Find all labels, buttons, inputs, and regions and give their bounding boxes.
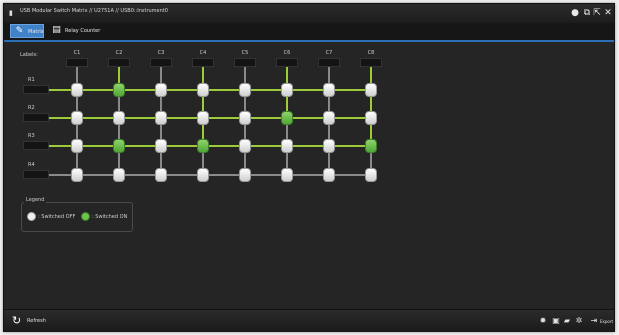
relay-switch-off[interactable] bbox=[155, 139, 167, 153]
relay-switch-off[interactable] bbox=[155, 111, 167, 125]
row-label: R4 bbox=[28, 162, 35, 168]
relay-switch-off[interactable] bbox=[155, 83, 167, 97]
column-label: C7 bbox=[325, 50, 333, 56]
relay-switch-off[interactable] bbox=[239, 111, 251, 125]
wrench-icon: ✎ bbox=[15, 26, 24, 36]
relay-switch-on[interactable] bbox=[113, 83, 125, 97]
relay-switch-on[interactable] bbox=[113, 139, 125, 153]
relay-switch-off[interactable] bbox=[71, 139, 83, 153]
column-label: C8 bbox=[367, 50, 375, 56]
tab-matrix[interactable]: ✎ Matrix bbox=[10, 24, 44, 38]
relay-switch-off[interactable] bbox=[239, 83, 251, 97]
export-icon[interactable]: ⇥ bbox=[589, 315, 599, 327]
switch-on-indicator-icon bbox=[81, 212, 90, 221]
column-label-input[interactable] bbox=[318, 58, 340, 67]
relay-switch-off[interactable] bbox=[239, 168, 251, 182]
row-label: R1 bbox=[28, 77, 35, 83]
column-label-input[interactable] bbox=[108, 58, 130, 67]
relay-switch-off[interactable] bbox=[197, 168, 209, 182]
labels-heading: Labels: bbox=[20, 52, 38, 58]
column-label: C6 bbox=[283, 50, 291, 56]
row-label-input[interactable] bbox=[23, 85, 49, 94]
relay-switch-off[interactable] bbox=[113, 111, 125, 125]
refresh-label: Refresh bbox=[27, 318, 46, 324]
close-icon[interactable]: ✕ bbox=[603, 7, 613, 19]
window-title: USB Modular Switch Matrix // U2751A // U… bbox=[20, 8, 168, 14]
refresh-icon: ↻ bbox=[12, 314, 22, 327]
relay-switch-on[interactable] bbox=[365, 139, 377, 153]
relay-switch-off[interactable] bbox=[197, 111, 209, 125]
column-label: C2 bbox=[115, 50, 123, 56]
relay-switch-off[interactable] bbox=[365, 168, 377, 182]
column-label: C4 bbox=[199, 50, 207, 56]
relay-switch-off[interactable] bbox=[71, 83, 83, 97]
app-window: ▮ USB Modular Switch Matrix // U2751A //… bbox=[3, 3, 615, 332]
counter-icon: ▤ bbox=[52, 25, 61, 35]
restore-icon[interactable]: ⧉ bbox=[582, 7, 592, 19]
relay-switch-off[interactable] bbox=[281, 139, 293, 153]
settings-icon[interactable]: ✹ bbox=[538, 315, 548, 327]
app-icon: ▮ bbox=[9, 9, 13, 17]
help-icon[interactable]: ● bbox=[570, 7, 580, 19]
tab-relay-counter[interactable]: ▤ Relay Counter bbox=[48, 24, 108, 38]
switch-off-indicator-icon bbox=[27, 212, 36, 221]
column-label-input[interactable] bbox=[234, 58, 256, 67]
configure-icon[interactable]: ✲ bbox=[574, 315, 584, 327]
column-label-input[interactable] bbox=[192, 58, 214, 67]
column-label-input[interactable] bbox=[360, 58, 382, 67]
refresh-button[interactable]: ↻ Refresh bbox=[12, 315, 46, 327]
folder-icon[interactable]: ▰ bbox=[562, 315, 572, 327]
relay-switch-on[interactable] bbox=[197, 139, 209, 153]
relay-switch-off[interactable] bbox=[323, 83, 335, 97]
popout-icon[interactable]: ⇱ bbox=[592, 7, 602, 19]
column-label-input[interactable] bbox=[66, 58, 88, 67]
relay-switch-off[interactable] bbox=[155, 168, 167, 182]
relay-switch-off[interactable] bbox=[323, 139, 335, 153]
tab-matrix-label: Matrix bbox=[28, 29, 44, 35]
column-label: C3 bbox=[157, 50, 165, 56]
tab-relay-counter-label: Relay Counter bbox=[65, 28, 101, 34]
relay-switch-off[interactable] bbox=[281, 83, 293, 97]
column-label-input[interactable] bbox=[150, 58, 172, 67]
relay-switch-off[interactable] bbox=[365, 83, 377, 97]
relay-switch-off[interactable] bbox=[323, 168, 335, 182]
title-bar: ▮ USB Modular Switch Matrix // U2751A //… bbox=[4, 4, 614, 24]
row-label-input[interactable] bbox=[23, 113, 49, 122]
relay-switch-off[interactable] bbox=[281, 168, 293, 182]
row-label: R2 bbox=[28, 105, 35, 111]
relay-switch-off[interactable] bbox=[365, 111, 377, 125]
legend-title: Legend bbox=[24, 197, 47, 203]
relay-switch-off[interactable] bbox=[239, 139, 251, 153]
column-label: C5 bbox=[241, 50, 249, 56]
active-column-line bbox=[370, 67, 372, 146]
active-column-line bbox=[202, 67, 204, 146]
relay-switch-off[interactable] bbox=[197, 83, 209, 97]
relay-switch-off[interactable] bbox=[113, 168, 125, 182]
legend-off-label: : Switched OFF bbox=[38, 214, 76, 220]
row-label-input[interactable] bbox=[23, 170, 49, 179]
legend-on-label: : Switched ON bbox=[92, 214, 128, 220]
column-label-input[interactable] bbox=[276, 58, 298, 67]
export-button[interactable]: Export bbox=[600, 319, 613, 324]
relay-switch-on[interactable] bbox=[281, 111, 293, 125]
column-label: C1 bbox=[73, 50, 81, 56]
relay-switch-off[interactable] bbox=[71, 111, 83, 125]
tab-bar: ✎ Matrix ▤ Relay Counter bbox=[4, 23, 614, 42]
save-icon[interactable]: ▣ bbox=[551, 315, 561, 327]
bottom-toolbar: ↻ Refresh ✹ ▣ ▰ ✲ ⇥ Export bbox=[4, 309, 614, 332]
row-label-input[interactable] bbox=[23, 141, 49, 150]
relay-switch-off[interactable] bbox=[323, 111, 335, 125]
row-label: R3 bbox=[28, 133, 35, 139]
relay-switch-off[interactable] bbox=[71, 168, 83, 182]
